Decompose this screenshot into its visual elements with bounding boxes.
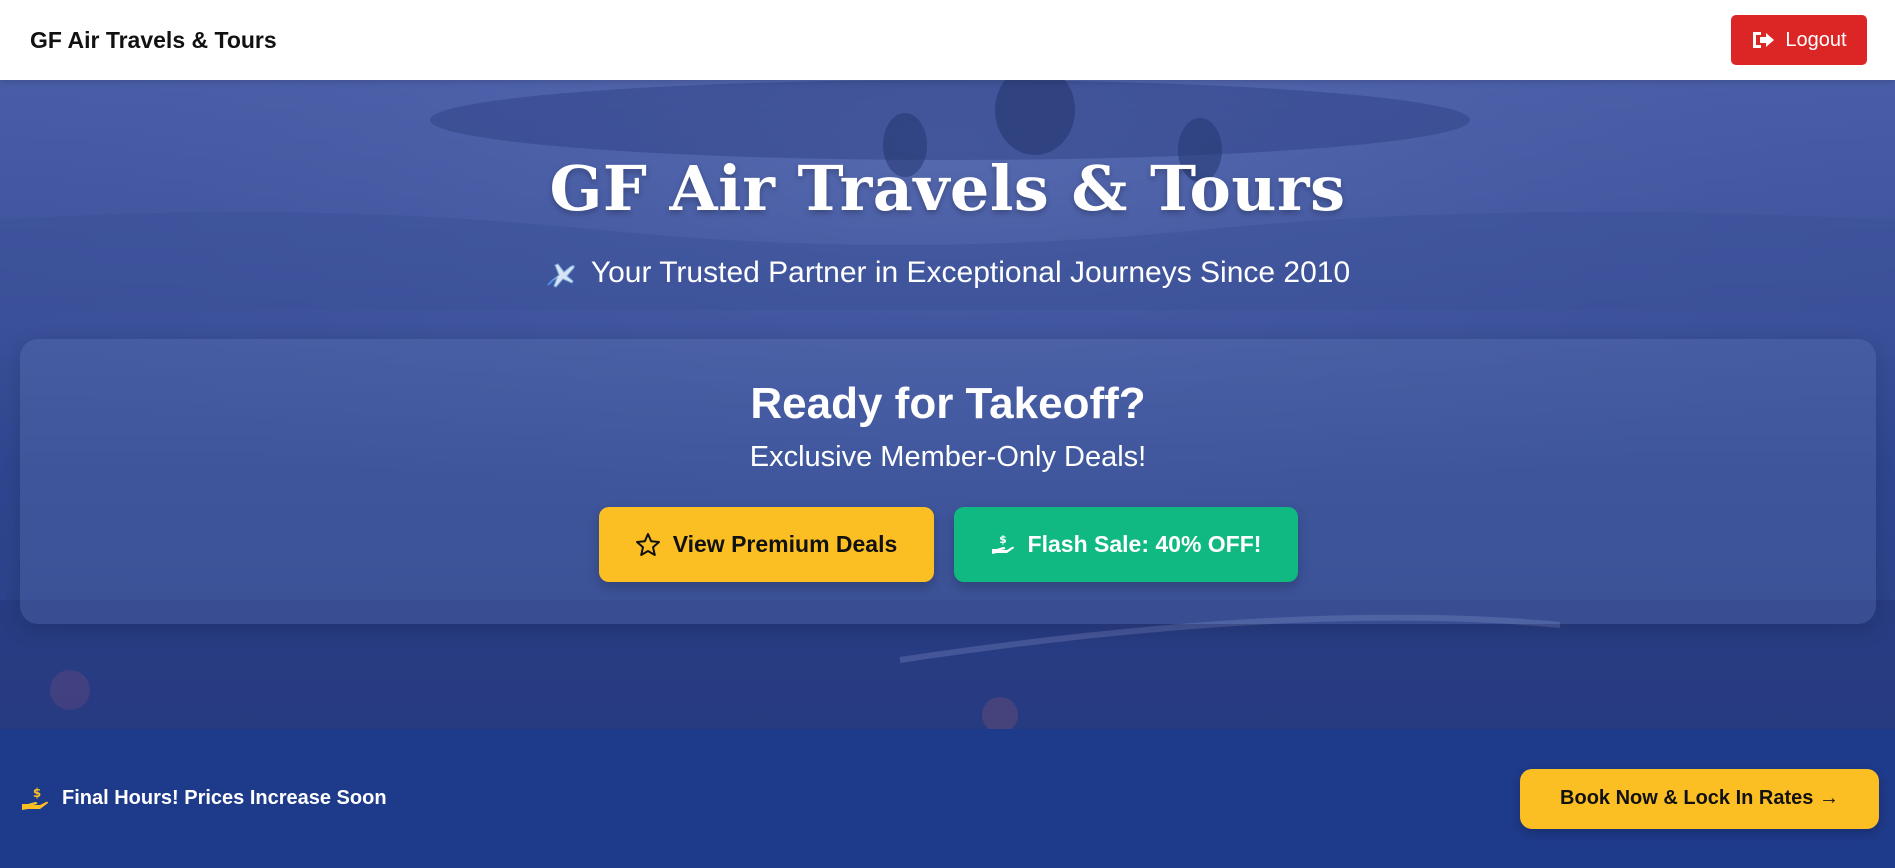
hero-section: GF Air Travels & Tours Your Trusted Part…	[0, 80, 1895, 729]
brand-name[interactable]: GF Air Travels & Tours	[30, 27, 277, 54]
promo-card: Ready for Takeoff? Exclusive Member-Only…	[20, 339, 1876, 624]
svg-text:$: $	[999, 533, 1007, 546]
book-now-button[interactable]: Book Now & Lock In Rates →	[1520, 768, 1879, 829]
logout-label: Logout	[1785, 28, 1847, 51]
flash-sale-button[interactable]: $ Flash Sale: 40% OFF!	[953, 507, 1298, 582]
view-premium-deals-button[interactable]: View Premium Deals	[598, 507, 934, 582]
urgency-bar: $ Final Hours! Prices Increase Soon Book…	[0, 729, 1895, 868]
urgency-message: $ Final Hours! Prices Increase Soon	[20, 785, 387, 813]
hand-dollar-icon: $	[991, 533, 1014, 554]
hero-subtitle: Your Trusted Partner in Exceptional Jour…	[0, 256, 1895, 290]
svg-text:$: $	[33, 786, 41, 800]
view-premium-deals-label: View Premium Deals	[672, 531, 898, 557]
promo-subtitle: Exclusive Member-Only Deals!	[749, 441, 1147, 473]
star-icon	[635, 532, 660, 556]
logout-button[interactable]: Logout	[1731, 15, 1867, 65]
hand-dollar-icon: $	[22, 786, 48, 810]
promo-buttons: View Premium Deals $ Flash Sale: 40% OFF…	[20, 507, 1876, 582]
promo-title: Ready for Takeoff?	[750, 379, 1146, 428]
airplane-icon	[547, 263, 575, 288]
flash-sale-label: Flash Sale: 40% OFF!	[1027, 531, 1262, 557]
hero-subtitle-text: Your Trusted Partner in Exceptional Jour…	[590, 256, 1351, 289]
top-navbar: GF Air Travels & Tours Logout	[0, 0, 1895, 80]
sign-out-icon	[1753, 32, 1775, 48]
hero-title: GF Air Travels & Tours	[549, 152, 1346, 225]
urgency-text: Final Hours! Prices Increase Soon	[62, 787, 387, 809]
